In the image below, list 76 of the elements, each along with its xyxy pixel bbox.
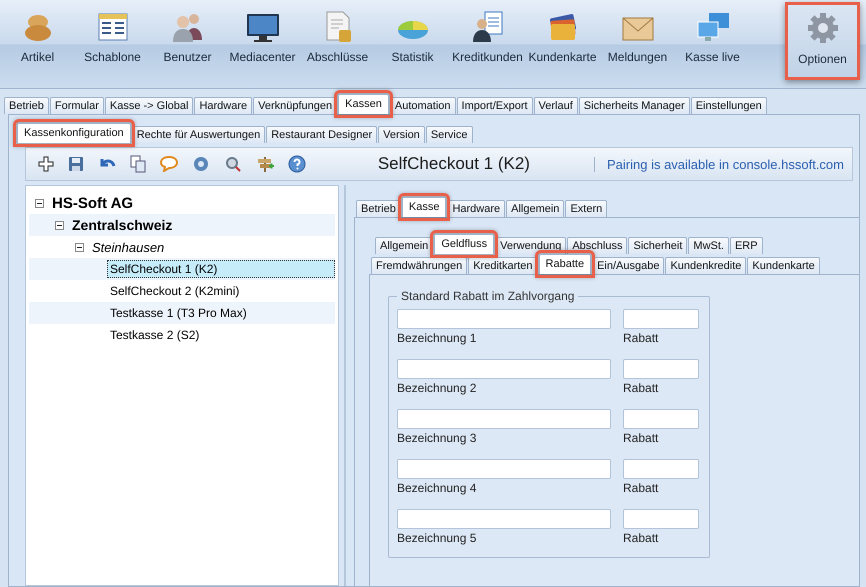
toolbar-button[interactable]: Kasse live xyxy=(675,0,750,88)
field-label: Rabatt xyxy=(623,331,660,345)
group-title: Standard Rabatt im Zahlvorgang xyxy=(400,289,576,303)
copy-icon[interactable] xyxy=(130,155,146,173)
field-label: Rabatt xyxy=(623,381,660,395)
input-field[interactable] xyxy=(397,359,611,379)
toolbar-button[interactable]: Optionen xyxy=(785,2,860,80)
input-field[interactable] xyxy=(623,409,699,429)
toolbar-button[interactable]: Kreditkunden xyxy=(450,0,525,88)
tab[interactable]: Service xyxy=(426,126,472,143)
add-icon[interactable] xyxy=(38,156,54,172)
input-field[interactable] xyxy=(397,409,611,429)
save-icon[interactable] xyxy=(68,156,84,172)
tab[interactable]: Restaurant Designer xyxy=(266,126,378,143)
tab[interactable]: Kundenkarte xyxy=(747,257,820,274)
toolbar-button[interactable]: Schablone xyxy=(75,0,150,88)
tab[interactable]: Betrieb xyxy=(356,200,401,217)
tab[interactable]: Kundenkredite xyxy=(665,257,746,274)
tab[interactable]: Kreditkarten xyxy=(468,257,538,274)
input-field[interactable] xyxy=(623,309,699,329)
tab[interactable]: Allgemein xyxy=(506,200,564,217)
tree-item[interactable]: HS-Soft AG xyxy=(49,192,136,214)
gear-icon[interactable] xyxy=(192,155,210,173)
tree-item[interactable]: Steinhausen xyxy=(89,238,168,256)
tab[interactable]: Kasse -> Global xyxy=(104,97,194,114)
tree-item[interactable]: SelfCheckout 1 (K2) xyxy=(107,260,335,278)
toolbar-button[interactable]: Statistik xyxy=(375,0,450,88)
tab[interactable]: Hardware xyxy=(194,97,252,114)
toolbar-button[interactable]: Benutzer xyxy=(150,0,225,88)
help-icon[interactable] xyxy=(288,155,306,173)
tab[interactable]: Version xyxy=(378,126,425,143)
tab[interactable]: Ein/Ausgabe xyxy=(592,257,664,274)
tab[interactable]: Betrieb xyxy=(4,97,49,114)
tab[interactable]: Fremdwährungen xyxy=(371,257,468,274)
toolbar-button[interactable]: Artikel xyxy=(0,0,75,88)
tab[interactable]: Extern xyxy=(565,200,608,217)
toolbar-button[interactable]: Mediacenter xyxy=(225,0,300,88)
tree-item[interactable]: Testkasse 2 (S2) xyxy=(107,326,202,344)
input-field[interactable] xyxy=(623,509,699,529)
collapse-toggle[interactable] xyxy=(35,198,44,208)
tab[interactable]: Import/Export xyxy=(456,97,533,114)
tree-item[interactable]: SelfCheckout 2 (K2mini) xyxy=(107,282,242,300)
window-title: SelfCheckout 1 (K2) xyxy=(378,154,530,174)
toolbar-button[interactable]: Kundenkarte xyxy=(525,0,600,88)
signpost-icon[interactable] xyxy=(256,155,274,173)
tab[interactable]: ERP xyxy=(730,237,763,254)
collapse-toggle[interactable] xyxy=(75,242,84,252)
field-label: Bezeichnung 4 xyxy=(397,481,478,495)
input-field[interactable] xyxy=(623,459,699,479)
field-label: Bezeichnung 2 xyxy=(397,381,478,395)
input-field[interactable] xyxy=(397,509,611,529)
field-label: Bezeichnung 1 xyxy=(397,331,478,345)
toolbar-button[interactable]: Abschlüsse xyxy=(300,0,375,88)
tab[interactable]: MwSt. xyxy=(688,237,729,254)
tab[interactable]: Sicherheits Manager xyxy=(578,97,690,114)
magnifier-icon[interactable] xyxy=(224,155,242,173)
tab[interactable]: Abschluss xyxy=(567,237,628,254)
tab[interactable]: Einstellungen xyxy=(690,97,767,114)
field-label: Rabatt xyxy=(623,531,660,545)
field-label: Bezeichnung 5 xyxy=(397,531,478,545)
field-label: Rabatt xyxy=(623,481,660,495)
toolbar-button[interactable]: Meldungen xyxy=(600,0,675,88)
person-document-icon xyxy=(470,10,504,44)
screens-icon xyxy=(694,10,730,44)
tab[interactable]: Sicherheit xyxy=(628,237,688,254)
field-label: Bezeichnung 3 xyxy=(397,431,478,445)
input-field[interactable] xyxy=(397,309,611,329)
input-field[interactable] xyxy=(623,359,699,379)
pairing-note: Pairing is available in console.hssoft.com xyxy=(594,156,844,172)
field-label: Rabatt xyxy=(623,431,660,445)
tab[interactable]: Hardware xyxy=(447,200,506,217)
collapse-toggle[interactable] xyxy=(55,220,64,230)
tab[interactable]: Verlauf xyxy=(534,97,578,114)
speech-bubble-icon[interactable] xyxy=(160,156,178,172)
tab[interactable]: Formular xyxy=(50,97,104,114)
input-field[interactable] xyxy=(397,459,611,479)
